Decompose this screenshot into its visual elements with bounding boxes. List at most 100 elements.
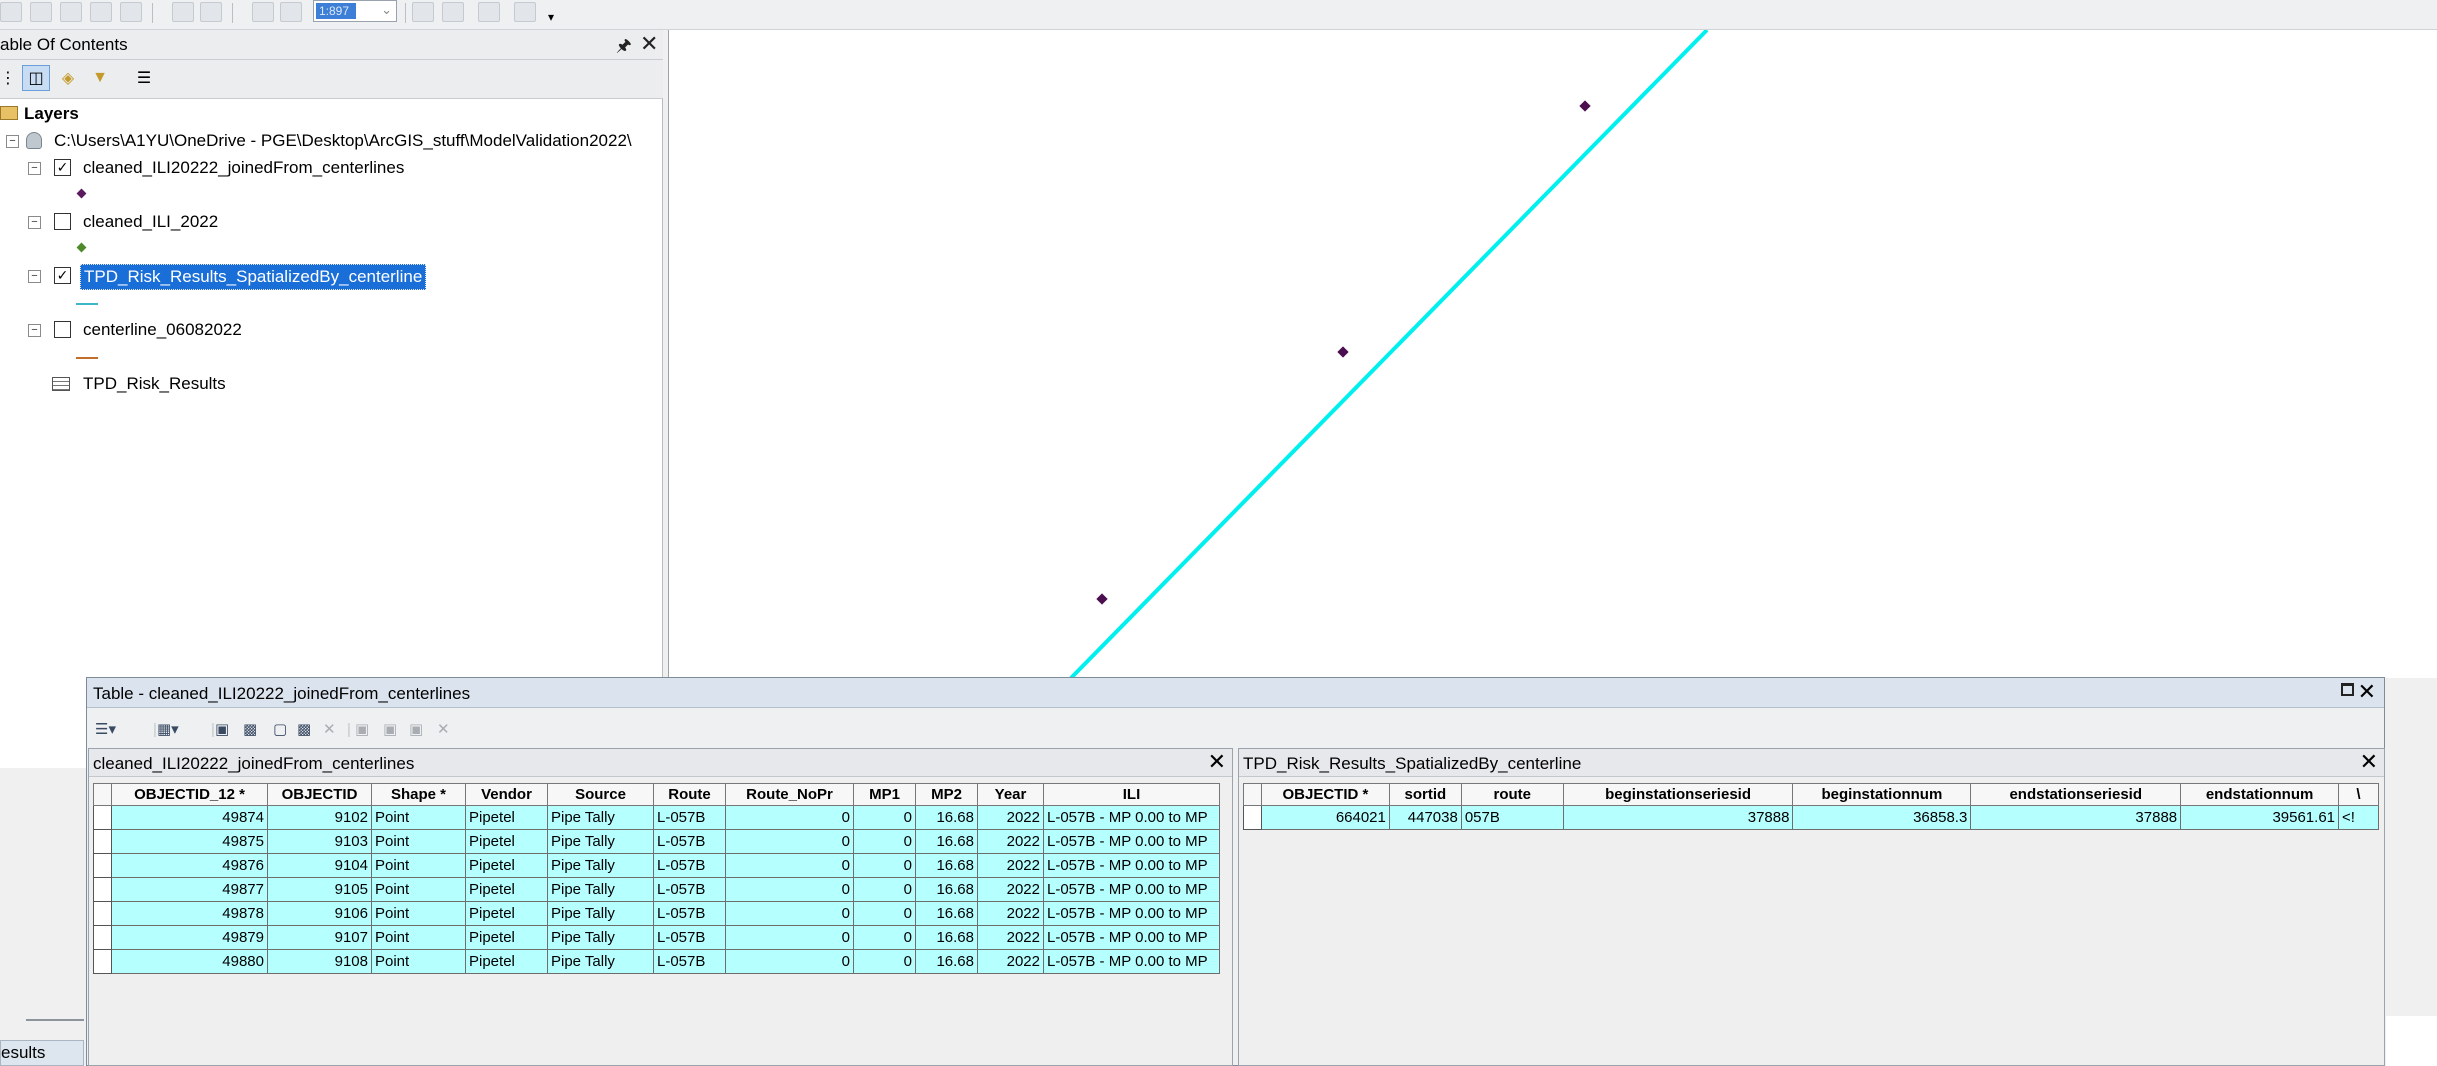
table-row[interactable]: 49874 9102 Point Pipetel Pipe Tally L-057B 0 0 1… xyxy=(93,805,1220,830)
table-row[interactable]: 49876 9104 Point Pipetel Pipe Tally L-057B 0 0 1… xyxy=(93,853,1220,878)
table-cell[interactable]: Pipe Tally xyxy=(547,877,654,902)
switch-selection-icon[interactable]: ▩ xyxy=(243,718,257,740)
table-cell[interactable]: 16.68 xyxy=(915,853,978,878)
column-header[interactable]: beginstationnum xyxy=(1792,783,1972,806)
table-cell[interactable]: Pipetel xyxy=(465,853,548,878)
table-cell[interactable]: Pipetel xyxy=(465,949,548,974)
table-cell[interactable]: L-057B xyxy=(653,805,726,830)
zoom-out-icon[interactable] xyxy=(30,2,52,22)
column-header[interactable]: MP1 xyxy=(853,783,916,806)
go-forward-icon[interactable] xyxy=(200,2,222,22)
table-row[interactable]: 49875 9103 Point Pipetel Pipe Tally L-057B 0 0 1… xyxy=(93,829,1220,854)
table-cell[interactable]: 9105 xyxy=(267,877,372,902)
results-tab[interactable]: esults xyxy=(0,1040,84,1066)
table-cell[interactable]: Pipe Tally xyxy=(547,805,654,830)
table-cell[interactable]: 0 xyxy=(853,853,916,878)
toolbar-overflow-icon[interactable]: ▾ xyxy=(548,10,554,24)
table-cell[interactable]: 0 xyxy=(853,901,916,926)
table-cell[interactable]: 16.68 xyxy=(915,805,978,830)
table-cell[interactable]: Point xyxy=(371,805,466,830)
delete-selected-icon[interactable]: ✕ xyxy=(323,718,336,740)
row-selector[interactable] xyxy=(1243,805,1262,830)
table-cell[interactable]: 16.68 xyxy=(915,877,978,902)
table-cell[interactable]: 49875 xyxy=(111,829,268,854)
table-cell[interactable]: L-057B xyxy=(653,829,726,854)
list-by-visibility-icon[interactable]: ◈ xyxy=(54,65,82,91)
collapse-icon[interactable]: − xyxy=(28,270,41,283)
row-selector[interactable] xyxy=(93,853,112,878)
table-row[interactable]: 49879 9107 Point Pipetel Pipe Tally L-057B 0 0 1… xyxy=(93,925,1220,950)
column-header[interactable]: route xyxy=(1460,783,1564,806)
column-header[interactable]: OBJECTID * xyxy=(1260,783,1390,806)
clear-selection-icon[interactable]: ▢ xyxy=(273,718,287,740)
tool-options-icon[interactable] xyxy=(514,2,536,22)
select-by-attributes-icon[interactable]: ▣ xyxy=(215,718,229,740)
layer-row[interactable]: − centerline_06082022 xyxy=(0,318,663,342)
options-icon[interactable]: ☰ xyxy=(130,65,158,91)
zoom-in-icon[interactable] xyxy=(0,2,22,22)
row-selector[interactable] xyxy=(93,877,112,902)
table-cell[interactable]: Pipetel xyxy=(465,829,548,854)
table-cell[interactable]: 16.68 xyxy=(915,949,978,974)
ili-point-feature[interactable] xyxy=(1579,100,1591,112)
pin-icon[interactable]: 🖈 xyxy=(616,33,632,62)
copy-icon[interactable]: ▣ xyxy=(355,718,369,740)
column-header[interactable]: Route xyxy=(653,783,726,806)
table-cell[interactable]: 0 xyxy=(725,925,854,950)
table-cell[interactable]: L-057B - MP 0.00 to MP xyxy=(1043,877,1220,902)
table-cell[interactable]: 0 xyxy=(725,949,854,974)
column-header[interactable]: ILI xyxy=(1043,783,1220,806)
table-cell[interactable]: 2022 xyxy=(977,853,1044,878)
table-cell[interactable]: 9106 xyxy=(267,901,372,926)
table-cell[interactable]: 37888 xyxy=(1562,805,1794,830)
table-cell[interactable]: Pipe Tally xyxy=(547,901,654,926)
row-selector[interactable] xyxy=(93,949,112,974)
table-cell[interactable]: 9102 xyxy=(267,805,372,830)
layer-visibility-checkbox[interactable] xyxy=(54,321,71,338)
table-cell[interactable]: Pipetel xyxy=(465,901,548,926)
row-selector[interactable] xyxy=(93,925,112,950)
table-cell[interactable]: L-057B xyxy=(653,853,726,878)
table-cell[interactable]: Pipetel xyxy=(465,877,548,902)
row-selector[interactable] xyxy=(93,829,112,854)
layer-visibility-checkbox[interactable]: ✓ xyxy=(54,267,71,284)
column-header[interactable]: sortid xyxy=(1388,783,1462,806)
paste-icon[interactable]: ▣ xyxy=(383,718,397,740)
table-cell[interactable]: L-057B - MP 0.00 to MP xyxy=(1043,949,1220,974)
toc-close-icon[interactable]: ✕ xyxy=(640,31,658,57)
column-header[interactable]: endstationnum xyxy=(2180,783,2340,806)
table-cell[interactable]: 0 xyxy=(725,877,854,902)
delete-icon[interactable]: ✕ xyxy=(437,718,450,740)
full-extent-icon[interactable] xyxy=(90,2,112,22)
table-cell[interactable]: L-057B - MP 0.00 to MP xyxy=(1043,853,1220,878)
table-cell[interactable]: 0 xyxy=(853,805,916,830)
binoculars-icon[interactable] xyxy=(478,2,500,22)
clear-selection-icon[interactable] xyxy=(280,2,302,22)
collapse-icon[interactable]: − xyxy=(28,216,41,229)
layer-row[interactable]: − ✓ TPD_Risk_Results_SpatializedBy_cente… xyxy=(0,264,663,290)
table-cell[interactable]: 49878 xyxy=(111,901,268,926)
table-cell[interactable]: Pipetel xyxy=(465,925,548,950)
collapse-icon[interactable]: − xyxy=(28,324,41,337)
column-header[interactable]: \ xyxy=(2338,783,2379,806)
table-cell[interactable]: L-057B xyxy=(653,925,726,950)
table-cell[interactable]: 0 xyxy=(853,877,916,902)
table-cell[interactable]: 2022 xyxy=(977,925,1044,950)
column-header[interactable]: Year xyxy=(977,783,1044,806)
table-cell[interactable]: 9103 xyxy=(267,829,372,854)
layer-row[interactable]: − cleaned_ILI_2022 xyxy=(0,210,663,234)
table-cell[interactable]: 664021 xyxy=(1260,805,1390,830)
column-header[interactable]: OBJECTID_12 * xyxy=(111,783,268,806)
table-cell[interactable]: 49877 xyxy=(111,877,268,902)
close-icon[interactable]: ✕ xyxy=(2358,679,2376,705)
table-cell[interactable]: Point xyxy=(371,853,466,878)
table-cell[interactable]: L-057B xyxy=(653,877,726,902)
table-row[interactable]: 49880 9108 Point Pipetel Pipe Tally L-057B 0 0 1… xyxy=(93,949,1220,974)
column-header[interactable]: Vendor xyxy=(465,783,548,806)
layer-visibility-checkbox[interactable]: ✓ xyxy=(54,159,71,176)
column-header[interactable]: Source xyxy=(547,783,654,806)
table-cell[interactable]: 2022 xyxy=(977,877,1044,902)
layer-row[interactable]: − ✓ cleaned_ILI20222_joinedFrom_centerli… xyxy=(0,156,663,180)
list-by-selection-icon[interactable]: ▼ xyxy=(86,65,114,91)
column-header[interactable]: OBJECTID xyxy=(267,783,372,806)
